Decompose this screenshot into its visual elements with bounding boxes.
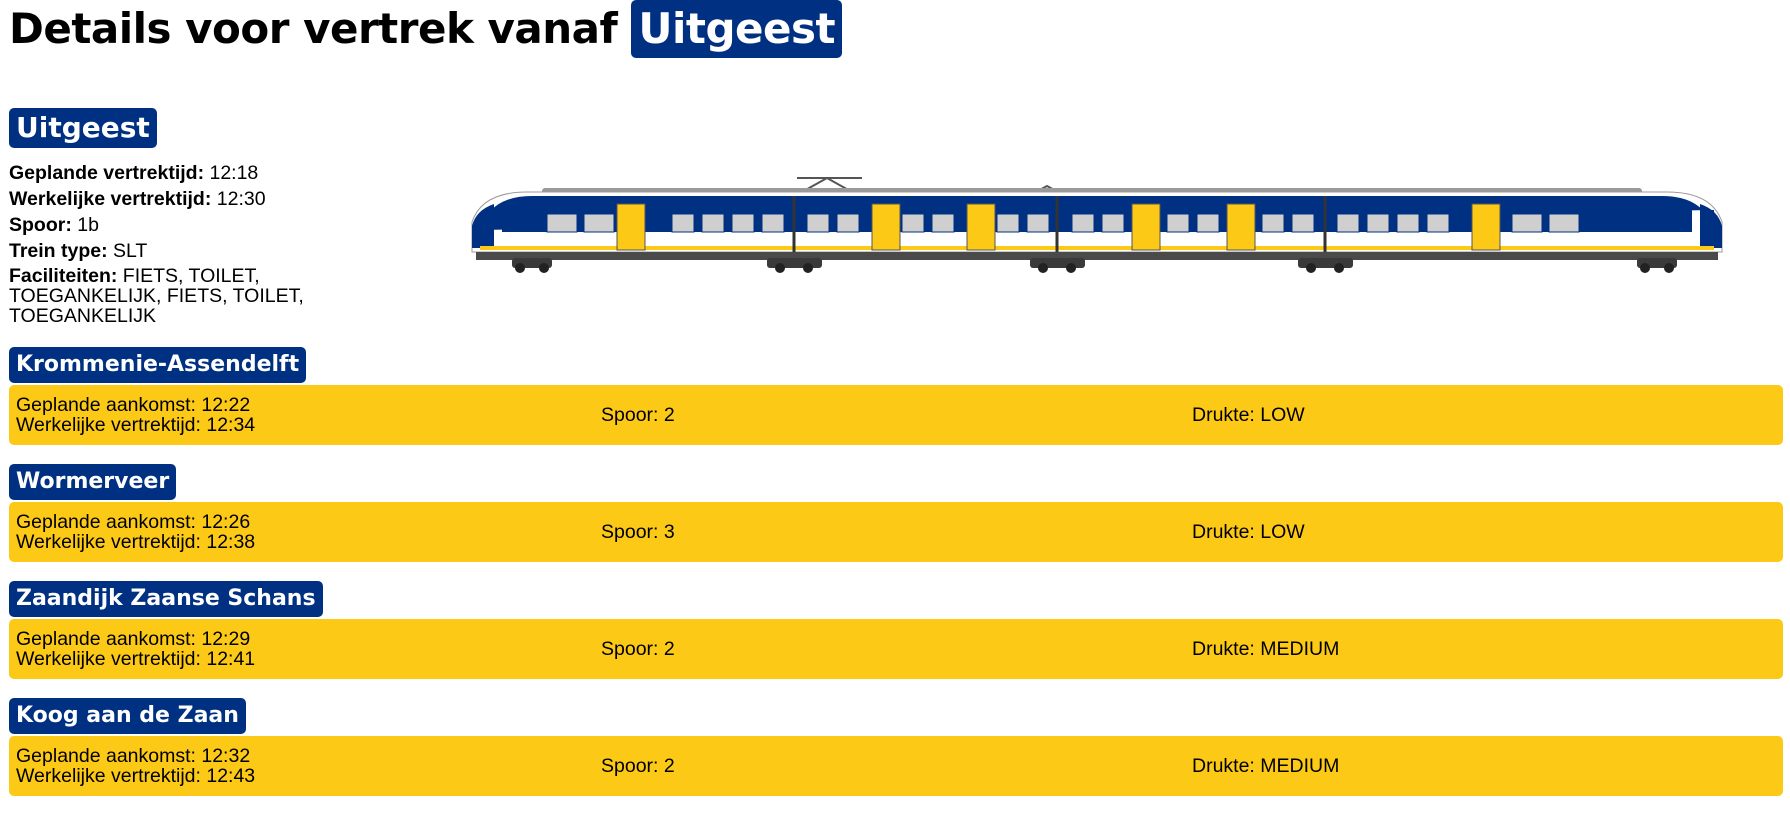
actual-departure-row: Werkelijke vertrektijd: 12:30 bbox=[9, 186, 324, 212]
train-type-value: SLT bbox=[113, 240, 148, 262]
stop-times: Geplande aankomst: 12:26 Werkelijke vert… bbox=[16, 512, 255, 552]
origin-station-badge: Uitgeest bbox=[9, 108, 157, 148]
stop-station-badge: Wormerveer bbox=[9, 464, 177, 500]
stop-actual-departure: Werkelijke vertrektijd: 12:38 bbox=[16, 531, 256, 553]
stop-platform: Spoor: 2 bbox=[601, 404, 675, 426]
actual-departure-label: Werkelijke vertrektijd: bbox=[9, 188, 212, 210]
stop-times: Geplande aankomst: 12:32 Werkelijke vert… bbox=[16, 746, 255, 786]
train-type-row: Trein type: SLT bbox=[9, 238, 324, 264]
stop-platform: Spoor: 3 bbox=[601, 521, 675, 543]
stop-actual-departure: Werkelijke vertrektijd: 12:34 bbox=[16, 414, 256, 436]
stop-planned-arrival: Geplande aankomst: 12:29 bbox=[16, 628, 251, 650]
page-title-prefix: Details voor vertrek vanaf bbox=[9, 4, 618, 53]
stop-platform: Spoor: 2 bbox=[601, 638, 675, 660]
stop-planned-arrival: Geplande aankomst: 12:32 bbox=[16, 745, 251, 767]
stop-planned-arrival: Geplande aankomst: 12:26 bbox=[16, 511, 251, 533]
train-type-label: Trein type: bbox=[9, 240, 108, 262]
facilities-row: Faciliteiten: FIETS, TOILET, TOEGANKELIJ… bbox=[9, 266, 324, 326]
stop-actual-departure: Werkelijke vertrektijd: 12:43 bbox=[16, 765, 256, 787]
stop-crowdedness: Drukte: MEDIUM bbox=[1192, 755, 1340, 777]
facilities-label: Faciliteiten: bbox=[9, 265, 118, 287]
planned-departure-row: Geplande vertrektijd: 12:18 bbox=[9, 160, 324, 186]
stop-actual-departure: Werkelijke vertrektijd: 12:41 bbox=[16, 648, 256, 670]
platform-row: Spoor: 1b bbox=[9, 212, 324, 238]
stop-crowdedness: Drukte: LOW bbox=[1192, 521, 1305, 543]
planned-departure-value: 12:18 bbox=[209, 162, 259, 184]
page-title: Details voor vertrek vanaf Uitgeest bbox=[9, 0, 843, 58]
platform-label: Spoor: bbox=[9, 214, 72, 236]
slt-train-illustration bbox=[471, 176, 1723, 273]
stop-card: Geplande aankomst: 12:26 Werkelijke vert… bbox=[9, 502, 1783, 562]
stop-station-badge: Koog aan de Zaan bbox=[9, 698, 246, 734]
stop-station-badge: Zaandijk Zaanse Schans bbox=[9, 581, 323, 617]
planned-departure-label: Geplande vertrektijd: bbox=[9, 162, 205, 184]
platform-value: 1b bbox=[77, 214, 99, 236]
stop-times: Geplande aankomst: 12:22 Werkelijke vert… bbox=[16, 395, 255, 435]
page: Details voor vertrek vanaf Uitgeest Uitg… bbox=[0, 0, 1790, 823]
origin-details: Geplande vertrektijd: 12:18 Werkelijke v… bbox=[9, 160, 324, 326]
stop-times: Geplande aankomst: 12:29 Werkelijke vert… bbox=[16, 629, 255, 669]
page-title-station-badge: Uitgeest bbox=[631, 0, 843, 58]
stop-planned-arrival: Geplande aankomst: 12:22 bbox=[16, 394, 251, 416]
stop-crowdedness: Drukte: LOW bbox=[1192, 404, 1305, 426]
stop-station-badge: Krommenie-Assendelft bbox=[9, 347, 307, 383]
stop-platform: Spoor: 2 bbox=[601, 755, 675, 777]
stop-card: Geplande aankomst: 12:22 Werkelijke vert… bbox=[9, 385, 1783, 445]
stop-card: Geplande aankomst: 12:32 Werkelijke vert… bbox=[9, 736, 1783, 796]
actual-departure-value: 12:30 bbox=[216, 188, 266, 210]
stop-crowdedness: Drukte: MEDIUM bbox=[1192, 638, 1340, 660]
stop-card: Geplande aankomst: 12:29 Werkelijke vert… bbox=[9, 619, 1783, 679]
